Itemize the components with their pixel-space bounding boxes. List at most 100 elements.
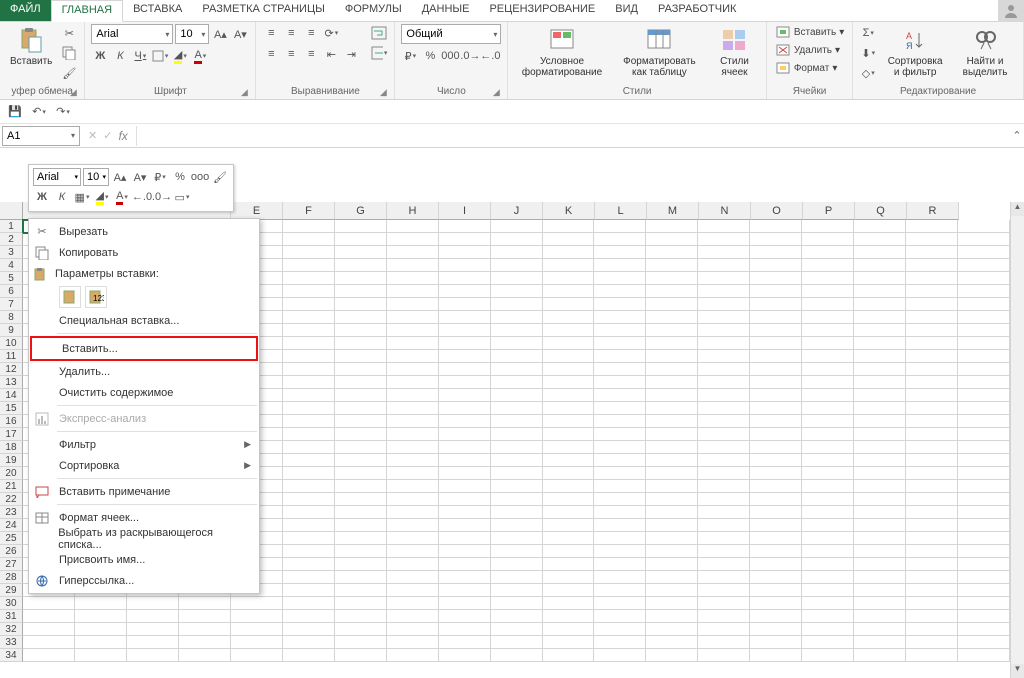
cell[interactable] xyxy=(283,337,335,350)
cell[interactable] xyxy=(127,649,179,662)
cell[interactable] xyxy=(283,545,335,558)
cell[interactable] xyxy=(543,636,595,649)
cell[interactable] xyxy=(283,389,335,402)
cell[interactable] xyxy=(646,233,698,246)
cell[interactable] xyxy=(854,571,906,584)
cell[interactable] xyxy=(387,467,439,480)
cell[interactable] xyxy=(854,519,906,532)
mini-fill-color[interactable]: ◢ xyxy=(93,188,111,206)
cell[interactable] xyxy=(335,233,387,246)
cell[interactable] xyxy=(854,441,906,454)
cell[interactable] xyxy=(854,506,906,519)
cell[interactable] xyxy=(543,350,595,363)
cell[interactable] xyxy=(906,272,958,285)
insert-function-button[interactable]: fx xyxy=(118,129,127,143)
cell[interactable] xyxy=(283,454,335,467)
ctx-insert-comment[interactable]: Вставить примечание xyxy=(29,481,259,502)
comma-button[interactable]: 000 xyxy=(441,47,459,65)
cell[interactable] xyxy=(283,415,335,428)
cell[interactable] xyxy=(387,519,439,532)
cell[interactable] xyxy=(958,272,1010,285)
cell[interactable] xyxy=(543,389,595,402)
cell[interactable] xyxy=(906,584,958,597)
cell[interactable] xyxy=(491,610,543,623)
cell[interactable] xyxy=(646,298,698,311)
cell[interactable] xyxy=(854,233,906,246)
cell[interactable] xyxy=(335,272,387,285)
format-painter-button[interactable]: 🖌 xyxy=(60,64,78,82)
currency-button[interactable]: ₽ xyxy=(401,47,419,65)
cell[interactable] xyxy=(906,610,958,623)
cell[interactable] xyxy=(387,389,439,402)
cell[interactable] xyxy=(646,220,698,233)
align-bottom-button[interactable]: ≡ xyxy=(302,24,320,42)
cell[interactable] xyxy=(439,584,491,597)
cell[interactable] xyxy=(491,558,543,571)
cell[interactable] xyxy=(439,285,491,298)
cell[interactable] xyxy=(23,623,75,636)
cell[interactable] xyxy=(750,571,802,584)
cell[interactable] xyxy=(646,389,698,402)
cell[interactable] xyxy=(906,389,958,402)
cell[interactable] xyxy=(23,597,75,610)
cell[interactable] xyxy=(698,441,750,454)
cell[interactable] xyxy=(958,246,1010,259)
align-launcher[interactable]: ◢ xyxy=(378,87,388,97)
cell[interactable] xyxy=(906,402,958,415)
cell[interactable] xyxy=(958,350,1010,363)
number-launcher[interactable]: ◢ xyxy=(491,87,501,97)
cell[interactable] xyxy=(802,246,854,259)
cell[interactable] xyxy=(335,571,387,584)
cell[interactable] xyxy=(283,376,335,389)
cell[interactable] xyxy=(283,506,335,519)
cell[interactable] xyxy=(594,649,646,662)
cell[interactable] xyxy=(335,415,387,428)
cell[interactable] xyxy=(594,272,646,285)
cell[interactable] xyxy=(491,337,543,350)
cell[interactable] xyxy=(491,636,543,649)
cell[interactable] xyxy=(750,506,802,519)
cell[interactable] xyxy=(802,597,854,610)
cell[interactable] xyxy=(750,545,802,558)
insert-cells-button[interactable]: Вставить ▾ xyxy=(773,24,846,40)
cell[interactable] xyxy=(491,376,543,389)
cell[interactable] xyxy=(594,259,646,272)
cell[interactable] xyxy=(335,389,387,402)
cell[interactable] xyxy=(802,324,854,337)
cell[interactable] xyxy=(854,480,906,493)
tab-page-layout[interactable]: РАЗМЕТКА СТРАНИЦЫ xyxy=(192,0,334,21)
cell[interactable] xyxy=(750,610,802,623)
cell[interactable] xyxy=(439,246,491,259)
cell[interactable] xyxy=(543,415,595,428)
cell[interactable] xyxy=(854,402,906,415)
cell[interactable] xyxy=(646,454,698,467)
cell[interactable] xyxy=(335,428,387,441)
tab-developer[interactable]: РАЗРАБОТЧИК xyxy=(648,0,746,21)
cell[interactable] xyxy=(127,610,179,623)
cell[interactable] xyxy=(698,571,750,584)
cell[interactable] xyxy=(854,597,906,610)
cell[interactable] xyxy=(906,298,958,311)
cell[interactable] xyxy=(906,441,958,454)
cell[interactable] xyxy=(594,337,646,350)
cell[interactable] xyxy=(854,558,906,571)
wrap-text-button[interactable] xyxy=(370,24,388,42)
cell[interactable] xyxy=(854,636,906,649)
cell[interactable] xyxy=(854,545,906,558)
cell[interactable] xyxy=(802,298,854,311)
cell[interactable] xyxy=(906,246,958,259)
cell[interactable] xyxy=(335,298,387,311)
cell[interactable] xyxy=(387,376,439,389)
paste-option-values[interactable]: 123 xyxy=(85,286,107,308)
cell[interactable] xyxy=(594,233,646,246)
scroll-down-button[interactable]: ▼ xyxy=(1011,664,1024,678)
cell[interactable] xyxy=(802,259,854,272)
cell[interactable] xyxy=(750,584,802,597)
cell[interactable] xyxy=(698,428,750,441)
cell[interactable] xyxy=(906,233,958,246)
cell[interactable] xyxy=(543,259,595,272)
ctx-paste-special[interactable]: Специальная вставка... xyxy=(29,310,259,331)
cell[interactable] xyxy=(387,246,439,259)
tab-file[interactable]: ФАЙЛ xyxy=(0,0,51,21)
cell[interactable] xyxy=(594,298,646,311)
